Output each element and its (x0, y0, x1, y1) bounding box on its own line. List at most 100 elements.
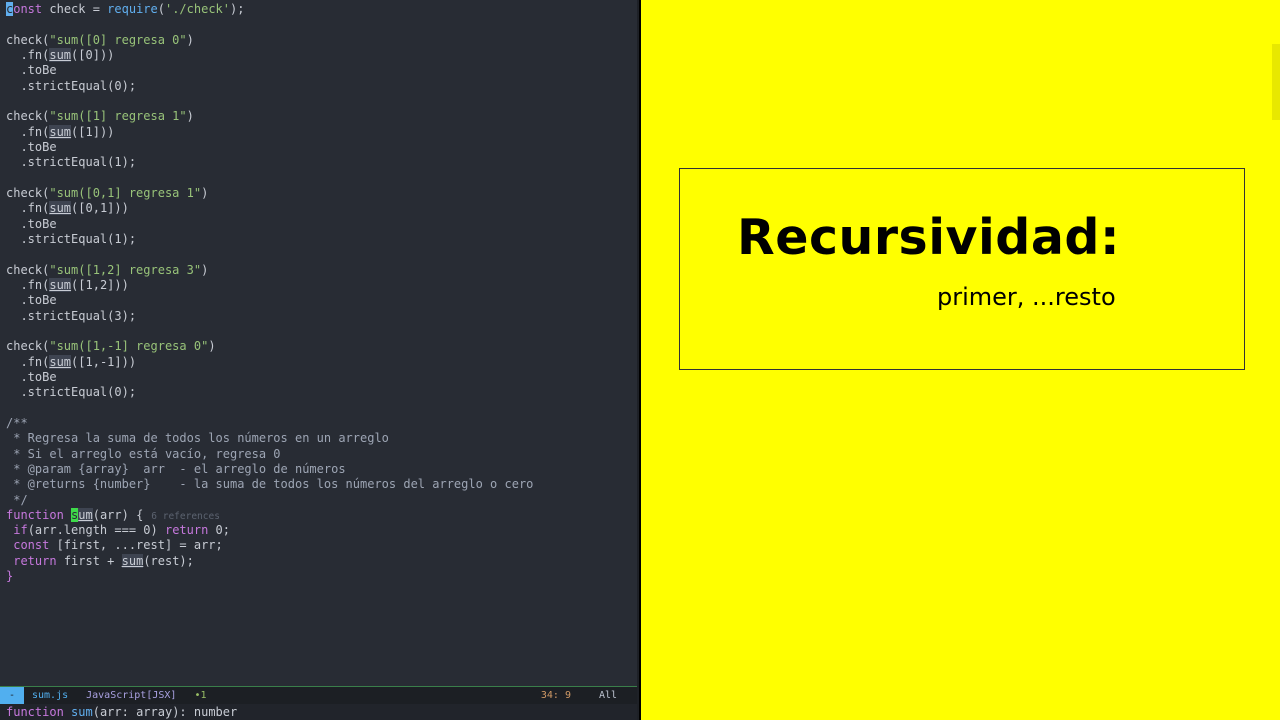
code-line[interactable]: */ (6, 493, 533, 508)
code-token: .fn( (6, 354, 50, 369)
code-line[interactable]: .strictEqual(1); (6, 232, 533, 247)
code-token: sum (49, 201, 72, 216)
code-token: } (6, 569, 14, 584)
code-line[interactable]: * Regresa la suma de todos los números e… (6, 431, 533, 446)
code-line[interactable]: check("sum([0] regresa 0") (6, 33, 533, 48)
code-token: if (13, 523, 28, 538)
code-token: check( (6, 109, 50, 124)
signature-keyword: function (6, 705, 64, 719)
code-line[interactable]: check("sum([1,2] regresa 3") (6, 263, 533, 278)
code-line[interactable]: * @param {array} arr - el arreglo de núm… (6, 462, 533, 477)
code-line[interactable]: check("sum([0,1] regresa 1") (6, 186, 533, 201)
code-line[interactable]: } (6, 569, 533, 584)
code-token: (rest); (143, 553, 194, 568)
code-token: .toBe (6, 369, 57, 384)
code-line[interactable]: .fn(sum([0])) (6, 47, 533, 63)
code-line[interactable] (6, 94, 533, 109)
mode-line: - sum.js JavaScript[JSX] •1 34: 9 All (0, 686, 637, 704)
code-line[interactable]: .fn(sum([1])) (6, 124, 533, 140)
code-token: .strictEqual(0); (6, 385, 137, 400)
code-token: check( (6, 32, 50, 47)
title-box: Recursividad: primer, ...resto (679, 168, 1245, 370)
code-token: .toBe (6, 293, 57, 308)
code-token: .strictEqual(3); (6, 308, 137, 323)
code-line[interactable]: check("sum([1] regresa 1") (6, 109, 533, 124)
code-line[interactable]: .strictEqual(3); (6, 309, 533, 324)
code-line[interactable] (6, 17, 533, 32)
code-token: first + (56, 553, 122, 568)
code-line[interactable]: * Si el arreglo está vacío, regresa 0 (6, 447, 533, 462)
code-token: ([0])) (71, 47, 115, 62)
code-token: */ (6, 492, 28, 507)
code-line[interactable]: const check = require('./check'); (6, 2, 533, 17)
slide-title: Recursividad: (737, 209, 1121, 266)
signature-params: (arr: array): number (92, 705, 238, 719)
code-line[interactable]: if(arr.length === 0) return 0; (6, 523, 533, 538)
code-token: require (107, 2, 158, 16)
code-token: .strictEqual(1); (6, 155, 137, 170)
code-buffer[interactable]: const check = require('./check'); check(… (6, 2, 533, 584)
code-line[interactable]: .fn(sum([1,2])) (6, 277, 533, 293)
code-line[interactable]: .strictEqual(0); (6, 385, 533, 400)
code-token: .strictEqual(0); (6, 78, 137, 93)
code-token: sum (49, 124, 72, 139)
major-mode-label[interactable]: JavaScript[JSX] (86, 690, 176, 701)
code-line[interactable]: const [first, ...rest] = arr; (6, 538, 533, 553)
code-token: sum (49, 354, 72, 369)
code-token: .fn( (6, 124, 50, 139)
code-token: (arr) { (92, 507, 144, 522)
code-line[interactable]: .toBe (6, 370, 533, 385)
code-token: './check' (164, 2, 231, 16)
code-line[interactable]: .fn(sum([0,1])) (6, 201, 533, 216)
code-line[interactable] (6, 324, 533, 339)
code-token: check( (6, 262, 50, 277)
code-token: 0; (208, 523, 231, 538)
code-token: ( (157, 2, 165, 16)
cursor-position: 34: 9 (540, 690, 571, 701)
code-token: * @param {array} arr - el arreglo de núm… (6, 461, 346, 476)
code-token: onst (13, 2, 43, 16)
code-line[interactable]: .toBe (6, 140, 533, 155)
code-token: ([0,1])) (71, 201, 129, 216)
code-line[interactable] (6, 247, 533, 262)
code-token: check( (6, 185, 50, 200)
code-token: ([1])) (71, 124, 115, 139)
code-token: function (6, 507, 64, 522)
code-token: .toBe (6, 63, 57, 78)
code-token: ) (186, 109, 194, 124)
code-line[interactable]: .toBe (6, 63, 533, 78)
code-token: .fn( (6, 47, 50, 62)
code-token: sum (121, 553, 144, 568)
code-token: "sum([0] regresa 0" (49, 32, 187, 47)
code-token: return (164, 523, 209, 538)
code-line[interactable]: .strictEqual(0); (6, 79, 533, 94)
code-line[interactable]: function sum(arr) {6 references (6, 507, 533, 523)
evil-state-indicator: - (0, 687, 24, 704)
code-editor[interactable]: const check = require('./check'); check(… (0, 0, 639, 720)
code-token: ) (208, 339, 216, 354)
code-token: ) (201, 185, 209, 200)
code-token: .fn( (6, 277, 50, 292)
diagnostics-indicator[interactable]: •1 (194, 690, 206, 701)
code-token: .strictEqual(1); (6, 231, 137, 246)
code-line[interactable]: return first + sum(rest); (6, 553, 533, 569)
code-line[interactable]: /** (6, 416, 533, 431)
buffer-filename[interactable]: sum.js (32, 690, 68, 701)
code-line[interactable]: .fn(sum([1,-1])) (6, 354, 533, 370)
code-line[interactable]: .toBe (6, 217, 533, 232)
code-line[interactable]: check("sum([1,-1] regresa 0") (6, 339, 533, 354)
code-token: return (13, 553, 57, 568)
code-token: ); (230, 2, 245, 16)
code-token: ([1,-1])) (71, 354, 137, 369)
scrollbar[interactable] (1272, 44, 1280, 120)
code-line[interactable]: .strictEqual(1); (6, 155, 533, 170)
code-line[interactable]: .toBe (6, 293, 533, 308)
code-token: sum (49, 47, 72, 62)
code-token: ([1,2])) (71, 277, 129, 292)
code-line[interactable] (6, 401, 533, 416)
code-token: [first, ...rest] = arr; (49, 538, 223, 553)
code-token: "sum([1] regresa 1" (49, 109, 187, 124)
code-line[interactable] (6, 171, 533, 186)
code-line[interactable]: * @returns {number} - la suma de todos l… (6, 477, 533, 492)
